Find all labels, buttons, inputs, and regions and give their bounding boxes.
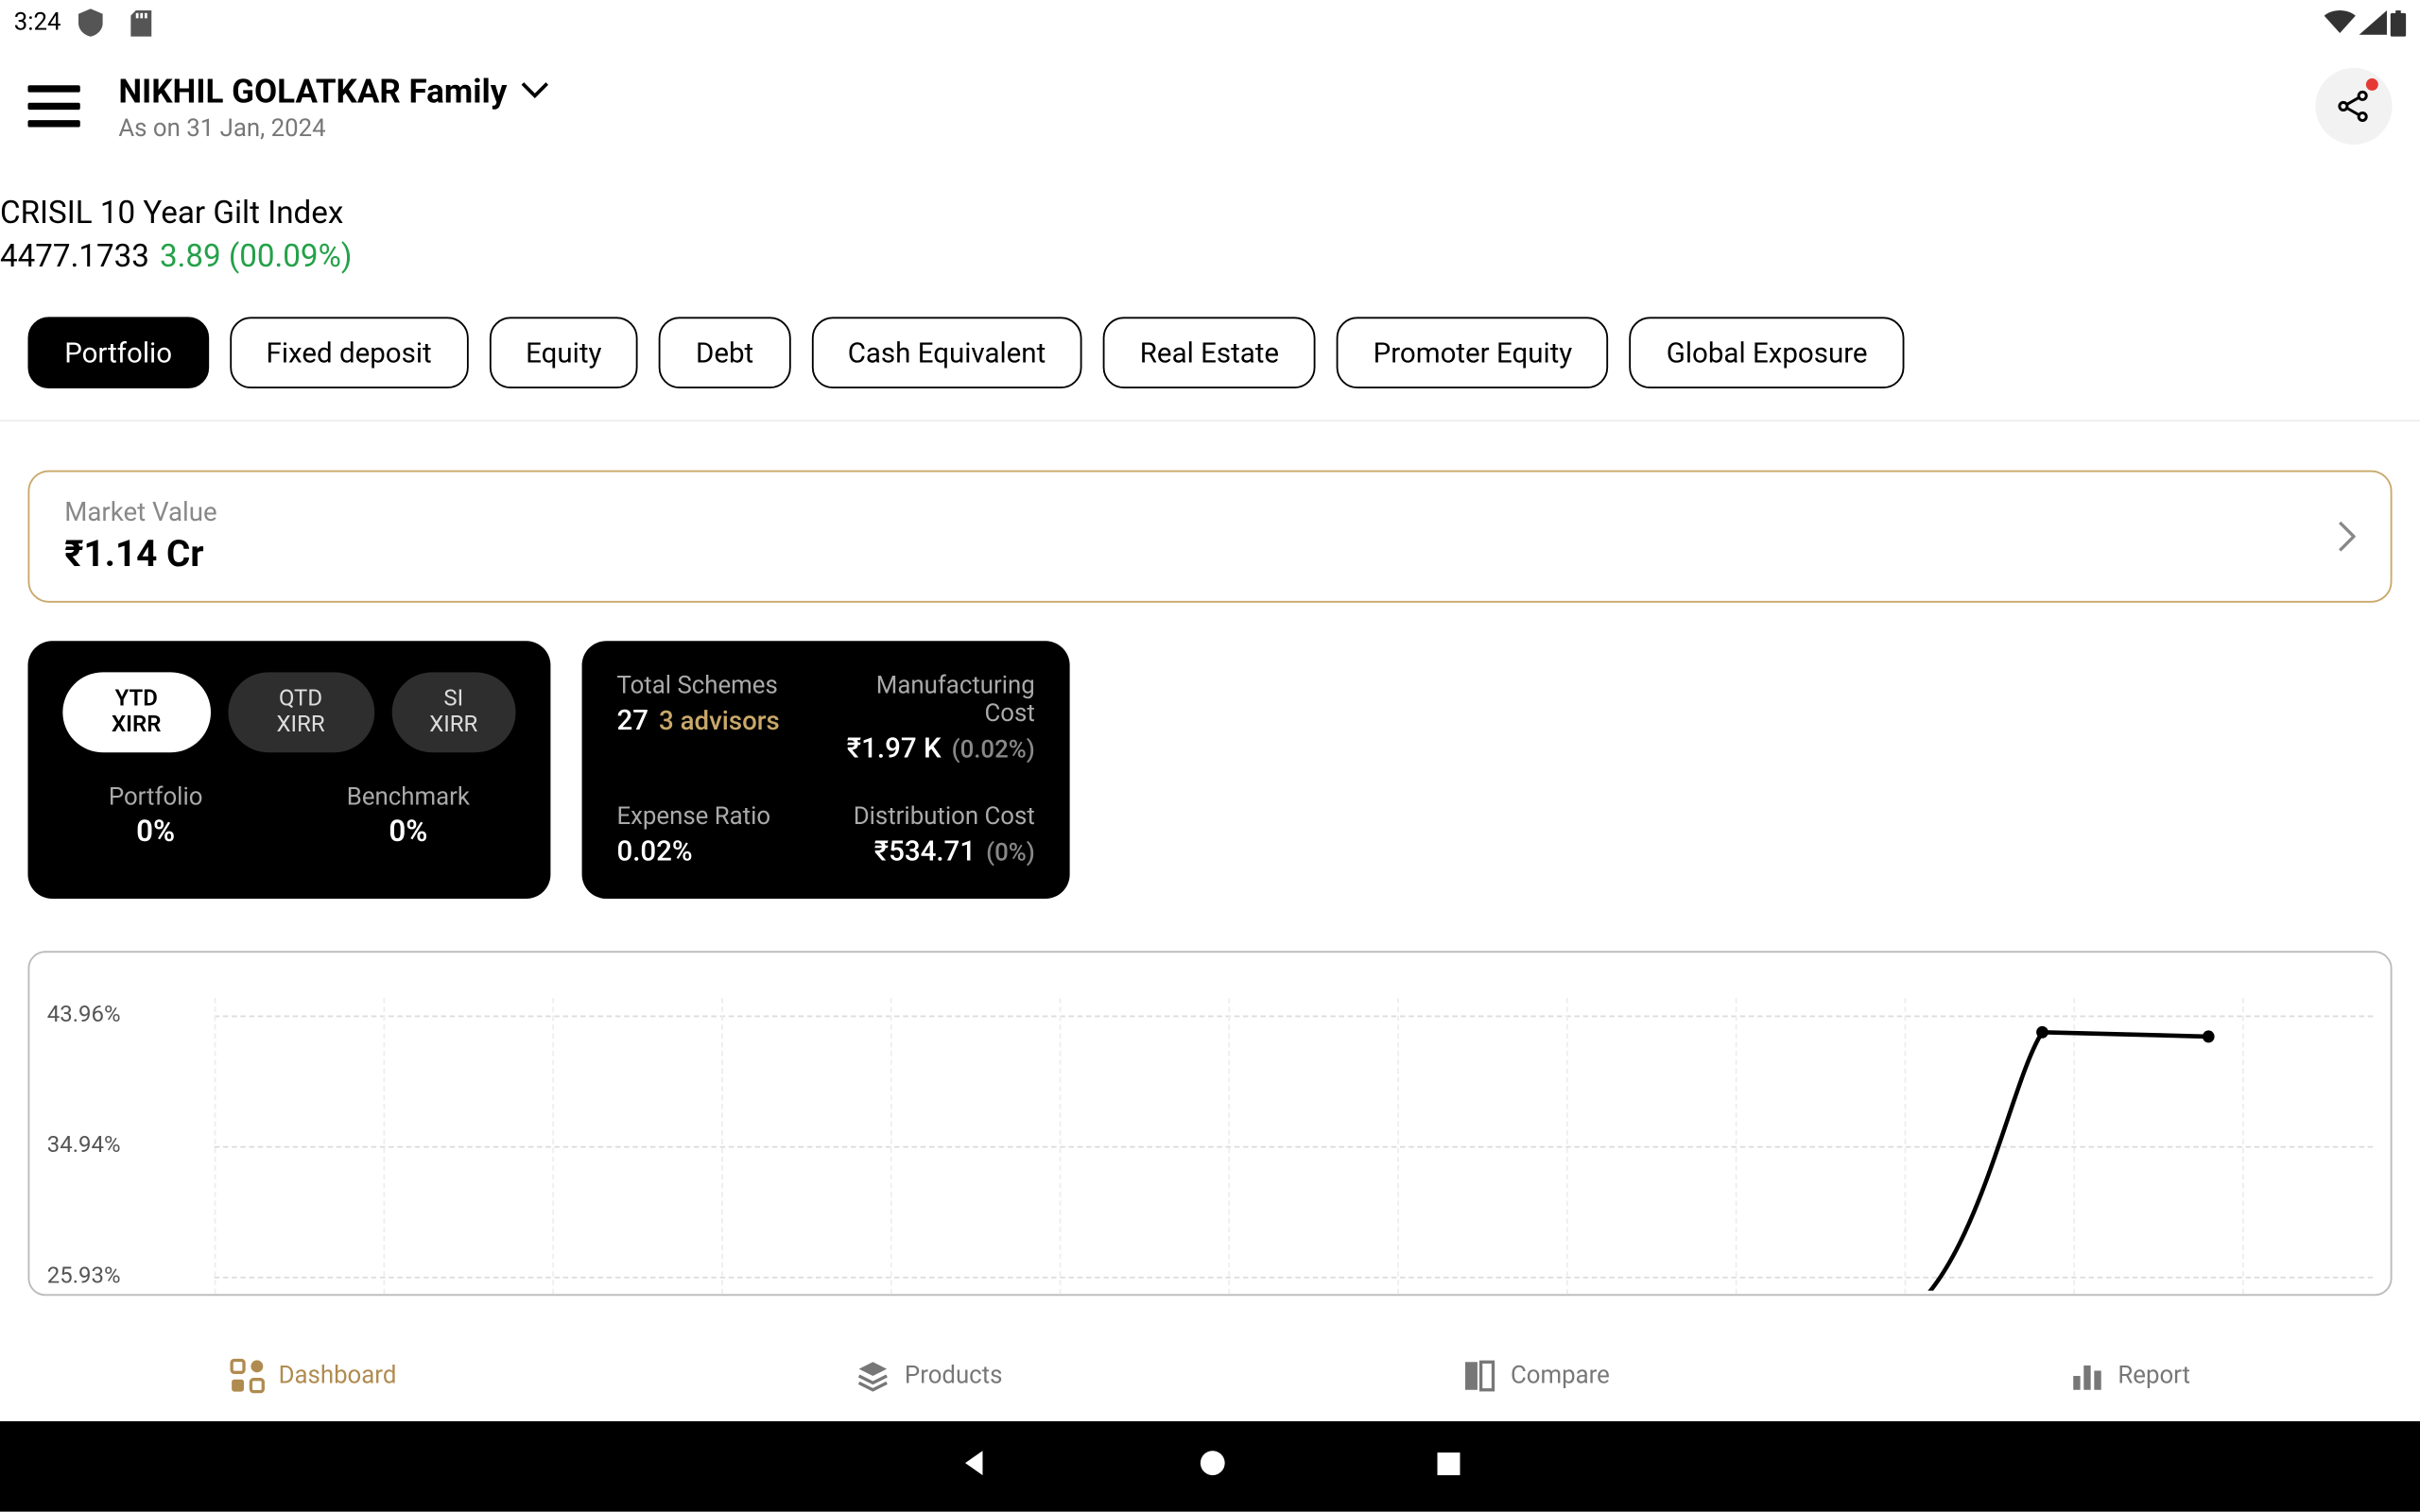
battery-icon — [2391, 9, 2407, 36]
portfolio-value: 0% — [109, 816, 203, 850]
performance-chart: 43.96% 34.94% 25.93% — [27, 951, 2392, 1296]
sd-card-icon — [130, 9, 151, 36]
stats-card: Total Schemes 27 3 advisors Manufacturin… — [582, 641, 1070, 899]
notification-dot — [2366, 78, 2378, 91]
nav-report[interactable]: Report — [2069, 1359, 2190, 1394]
expense-ratio-value: 0.02% — [616, 834, 692, 868]
pill-qtd-xirr[interactable]: QTD XIRR — [228, 672, 374, 752]
tab-promoter-equity[interactable]: Promoter Equity — [1337, 317, 1609, 388]
status-time: 3:24 — [14, 9, 61, 36]
share-icon — [2337, 89, 2372, 124]
tabs-container: Portfolio Fixed deposit Equity Debt Cash Equ… — [0, 285, 2420, 421]
status-left-icons — [78, 9, 151, 36]
wifi-icon — [2325, 10, 2356, 35]
nav-label: Compare — [1511, 1362, 1610, 1389]
total-schemes-value: 27 — [616, 704, 648, 737]
report-icon — [2069, 1359, 2104, 1394]
benchmark-label: Benchmark — [347, 783, 470, 811]
family-name: NIKHIL GOLATKAR Family — [118, 71, 507, 111]
chart-y-tick: 43.96% — [47, 1003, 121, 1029]
chart-y-tick: 25.93% — [47, 1263, 121, 1290]
index-change: 3.89 (00.09%) — [160, 238, 352, 275]
tab-cash-equivalent[interactable]: Cash Equivalent — [811, 317, 1082, 388]
index-name: CRISIL 10 Year Gilt Index — [0, 195, 2420, 232]
nav-compare[interactable]: Compare — [1461, 1359, 1609, 1394]
signal-icon — [2359, 10, 2386, 35]
nav-dashboard[interactable]: Dashboard — [230, 1359, 396, 1394]
total-schemes-label: Total Schemes — [616, 672, 813, 699]
index-ticker: CRISIL 10 Year Gilt Index 4477.1733 3.89… — [0, 167, 2420, 285]
status-right-icons — [2325, 9, 2407, 36]
tab-fixed-deposit[interactable]: Fixed deposit — [230, 317, 468, 388]
tab-debt[interactable]: Debt — [659, 317, 790, 388]
header-title-block[interactable]: NIKHIL GOLATKAR Family As on 31 Jan, 202… — [118, 71, 548, 143]
distribution-cost-value: ₹534.71 — [874, 834, 976, 868]
xirr-card: YTD XIRRQTD XIRRSI XIRR Portfolio 0% Ben… — [27, 641, 550, 899]
android-home-button[interactable] — [1199, 1449, 1226, 1484]
nav-products[interactable]: Products — [856, 1359, 1002, 1394]
advisors-link[interactable]: 3 advisors — [659, 705, 780, 736]
index-value: 4477.1733 — [0, 238, 149, 275]
bottom-nav: Dashboard Products Compare Report — [0, 1331, 2420, 1421]
dashboard-icon — [230, 1359, 265, 1394]
android-back-button[interactable] — [959, 1448, 990, 1486]
app-header: NIKHIL GOLATKAR Family As on 31 Jan, 202… — [0, 45, 2420, 167]
shield-icon — [78, 9, 103, 36]
manufacturing-cost-pct: (0.02%) — [952, 737, 1035, 765]
android-recent-button[interactable] — [1436, 1450, 1462, 1483]
manufacturing-cost-label: Manufacturing Cost — [838, 672, 1035, 728]
manufacturing-cost-value: ₹1.97 K — [847, 731, 942, 765]
tab-real-estate[interactable]: Real Estate — [1103, 317, 1316, 388]
pill-ytd-xirr[interactable]: YTD XIRR — [62, 672, 210, 752]
android-status-bar: 3:24 — [0, 0, 2420, 45]
market-value-amount: ₹1.14 Cr — [64, 535, 216, 576]
pill-si-xirr[interactable]: SI XIRR — [391, 672, 516, 752]
distribution-cost-label: Distribution Cost — [838, 803, 1035, 831]
tab-portfolio[interactable]: Portfolio — [27, 317, 208, 388]
tab-equity[interactable]: Equity — [489, 317, 638, 388]
nav-label: Dashboard — [279, 1362, 397, 1389]
market-value-card[interactable]: Market Value ₹1.14 Cr — [27, 471, 2392, 603]
products-icon — [856, 1359, 890, 1394]
as-on-date: As on 31 Jan, 2024 — [118, 114, 548, 142]
nav-label: Report — [2118, 1362, 2190, 1389]
distribution-cost-pct: (0%) — [986, 839, 1035, 867]
share-button[interactable] — [2315, 68, 2392, 145]
tab-global-exposure[interactable]: Global Exposure — [1630, 317, 1904, 388]
chevron-down-icon — [521, 82, 548, 99]
compare-icon — [1461, 1359, 1496, 1394]
expense-ratio-label: Expense Ratio — [616, 803, 813, 831]
nav-label: Products — [905, 1362, 1003, 1389]
chevron-right-icon — [2338, 521, 2355, 552]
android-nav-bar — [0, 1421, 2420, 1512]
benchmark-value: 0% — [347, 816, 470, 850]
portfolio-label: Portfolio — [109, 783, 203, 811]
market-value-label: Market Value — [64, 496, 216, 527]
chart-y-tick: 34.94% — [47, 1133, 121, 1160]
chart-line — [215, 977, 2374, 1291]
menu-button[interactable] — [27, 85, 79, 127]
